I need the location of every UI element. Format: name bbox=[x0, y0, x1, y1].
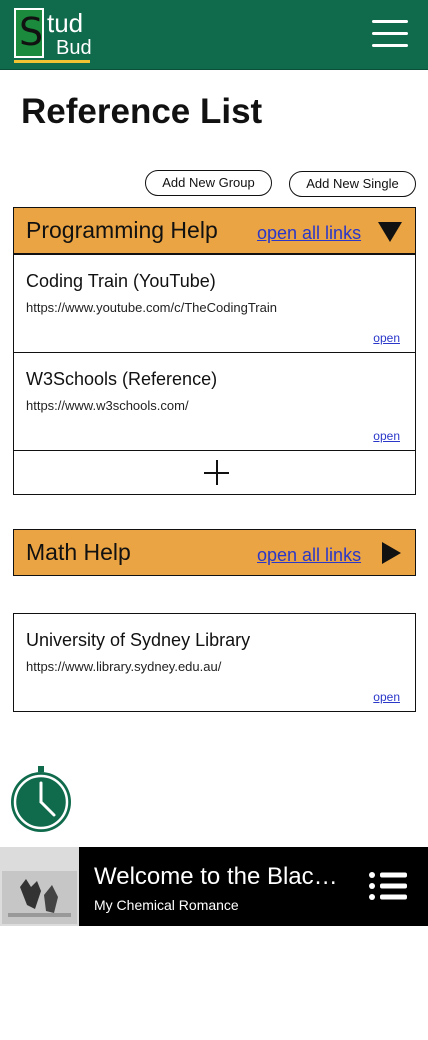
group-header-math-help[interactable]: Math Help open all links bbox=[13, 529, 416, 576]
logo-letter: S bbox=[19, 10, 44, 54]
link-url: https://www.youtube.com/c/TheCodingTrain bbox=[26, 300, 277, 315]
clock-icon[interactable] bbox=[9, 766, 73, 834]
menu-line bbox=[372, 44, 408, 47]
triangle-right-icon[interactable] bbox=[382, 542, 401, 564]
link-title: University of Sydney Library bbox=[26, 630, 251, 650]
link-url: https://www.w3schools.com/ bbox=[26, 398, 189, 413]
menu-line bbox=[372, 32, 408, 35]
add-new-group-button[interactable]: Add New Group bbox=[145, 170, 272, 196]
link-url: https://www.library.sydney.edu.au/ bbox=[26, 659, 222, 674]
link-card: W3Schools (Reference) https://www.w3scho… bbox=[13, 352, 416, 451]
track-artist: My Chemical Romance bbox=[94, 897, 239, 913]
menu-line bbox=[372, 20, 408, 23]
plus-icon-stroke bbox=[216, 460, 218, 485]
logo-text-bottom: Bud bbox=[56, 37, 92, 59]
hamburger-icon[interactable] bbox=[372, 19, 408, 49]
triangle-down-icon[interactable] bbox=[378, 222, 402, 242]
link-title: W3Schools (Reference) bbox=[26, 369, 218, 389]
queue-list-icon[interactable] bbox=[368, 871, 408, 903]
open-all-links[interactable]: open all links bbox=[257, 545, 361, 566]
group-header-programming-help[interactable]: Programming Help open all links bbox=[13, 207, 416, 254]
add-link-to-group-button[interactable] bbox=[13, 450, 416, 495]
link-card: Coding Train (YouTube) https://www.youtu… bbox=[13, 254, 416, 353]
page-title: Reference List bbox=[21, 92, 263, 131]
logo-text-top: tud bbox=[47, 8, 84, 38]
open-all-links[interactable]: open all links bbox=[257, 223, 361, 244]
track-title: Welcome to the Black Parade bbox=[94, 863, 349, 890]
link-open[interactable]: open bbox=[373, 690, 400, 704]
link-title: Coding Train (YouTube) bbox=[26, 271, 216, 291]
group-title: Math Help bbox=[26, 539, 131, 565]
link-open[interactable]: open bbox=[373, 331, 400, 345]
music-player[interactable]: Welcome to the Black Parade My Chemical … bbox=[0, 847, 428, 926]
studbud-logo[interactable]: S tud Bud bbox=[14, 6, 94, 64]
single-link-card: University of Sydney Library https://www… bbox=[13, 613, 416, 712]
app-header: S tud Bud bbox=[0, 0, 428, 70]
add-new-single-button[interactable]: Add New Single bbox=[289, 171, 416, 197]
link-open[interactable]: open bbox=[373, 429, 400, 443]
logo-underline bbox=[14, 60, 90, 63]
album-art bbox=[0, 847, 79, 926]
group-title: Programming Help bbox=[26, 217, 218, 243]
